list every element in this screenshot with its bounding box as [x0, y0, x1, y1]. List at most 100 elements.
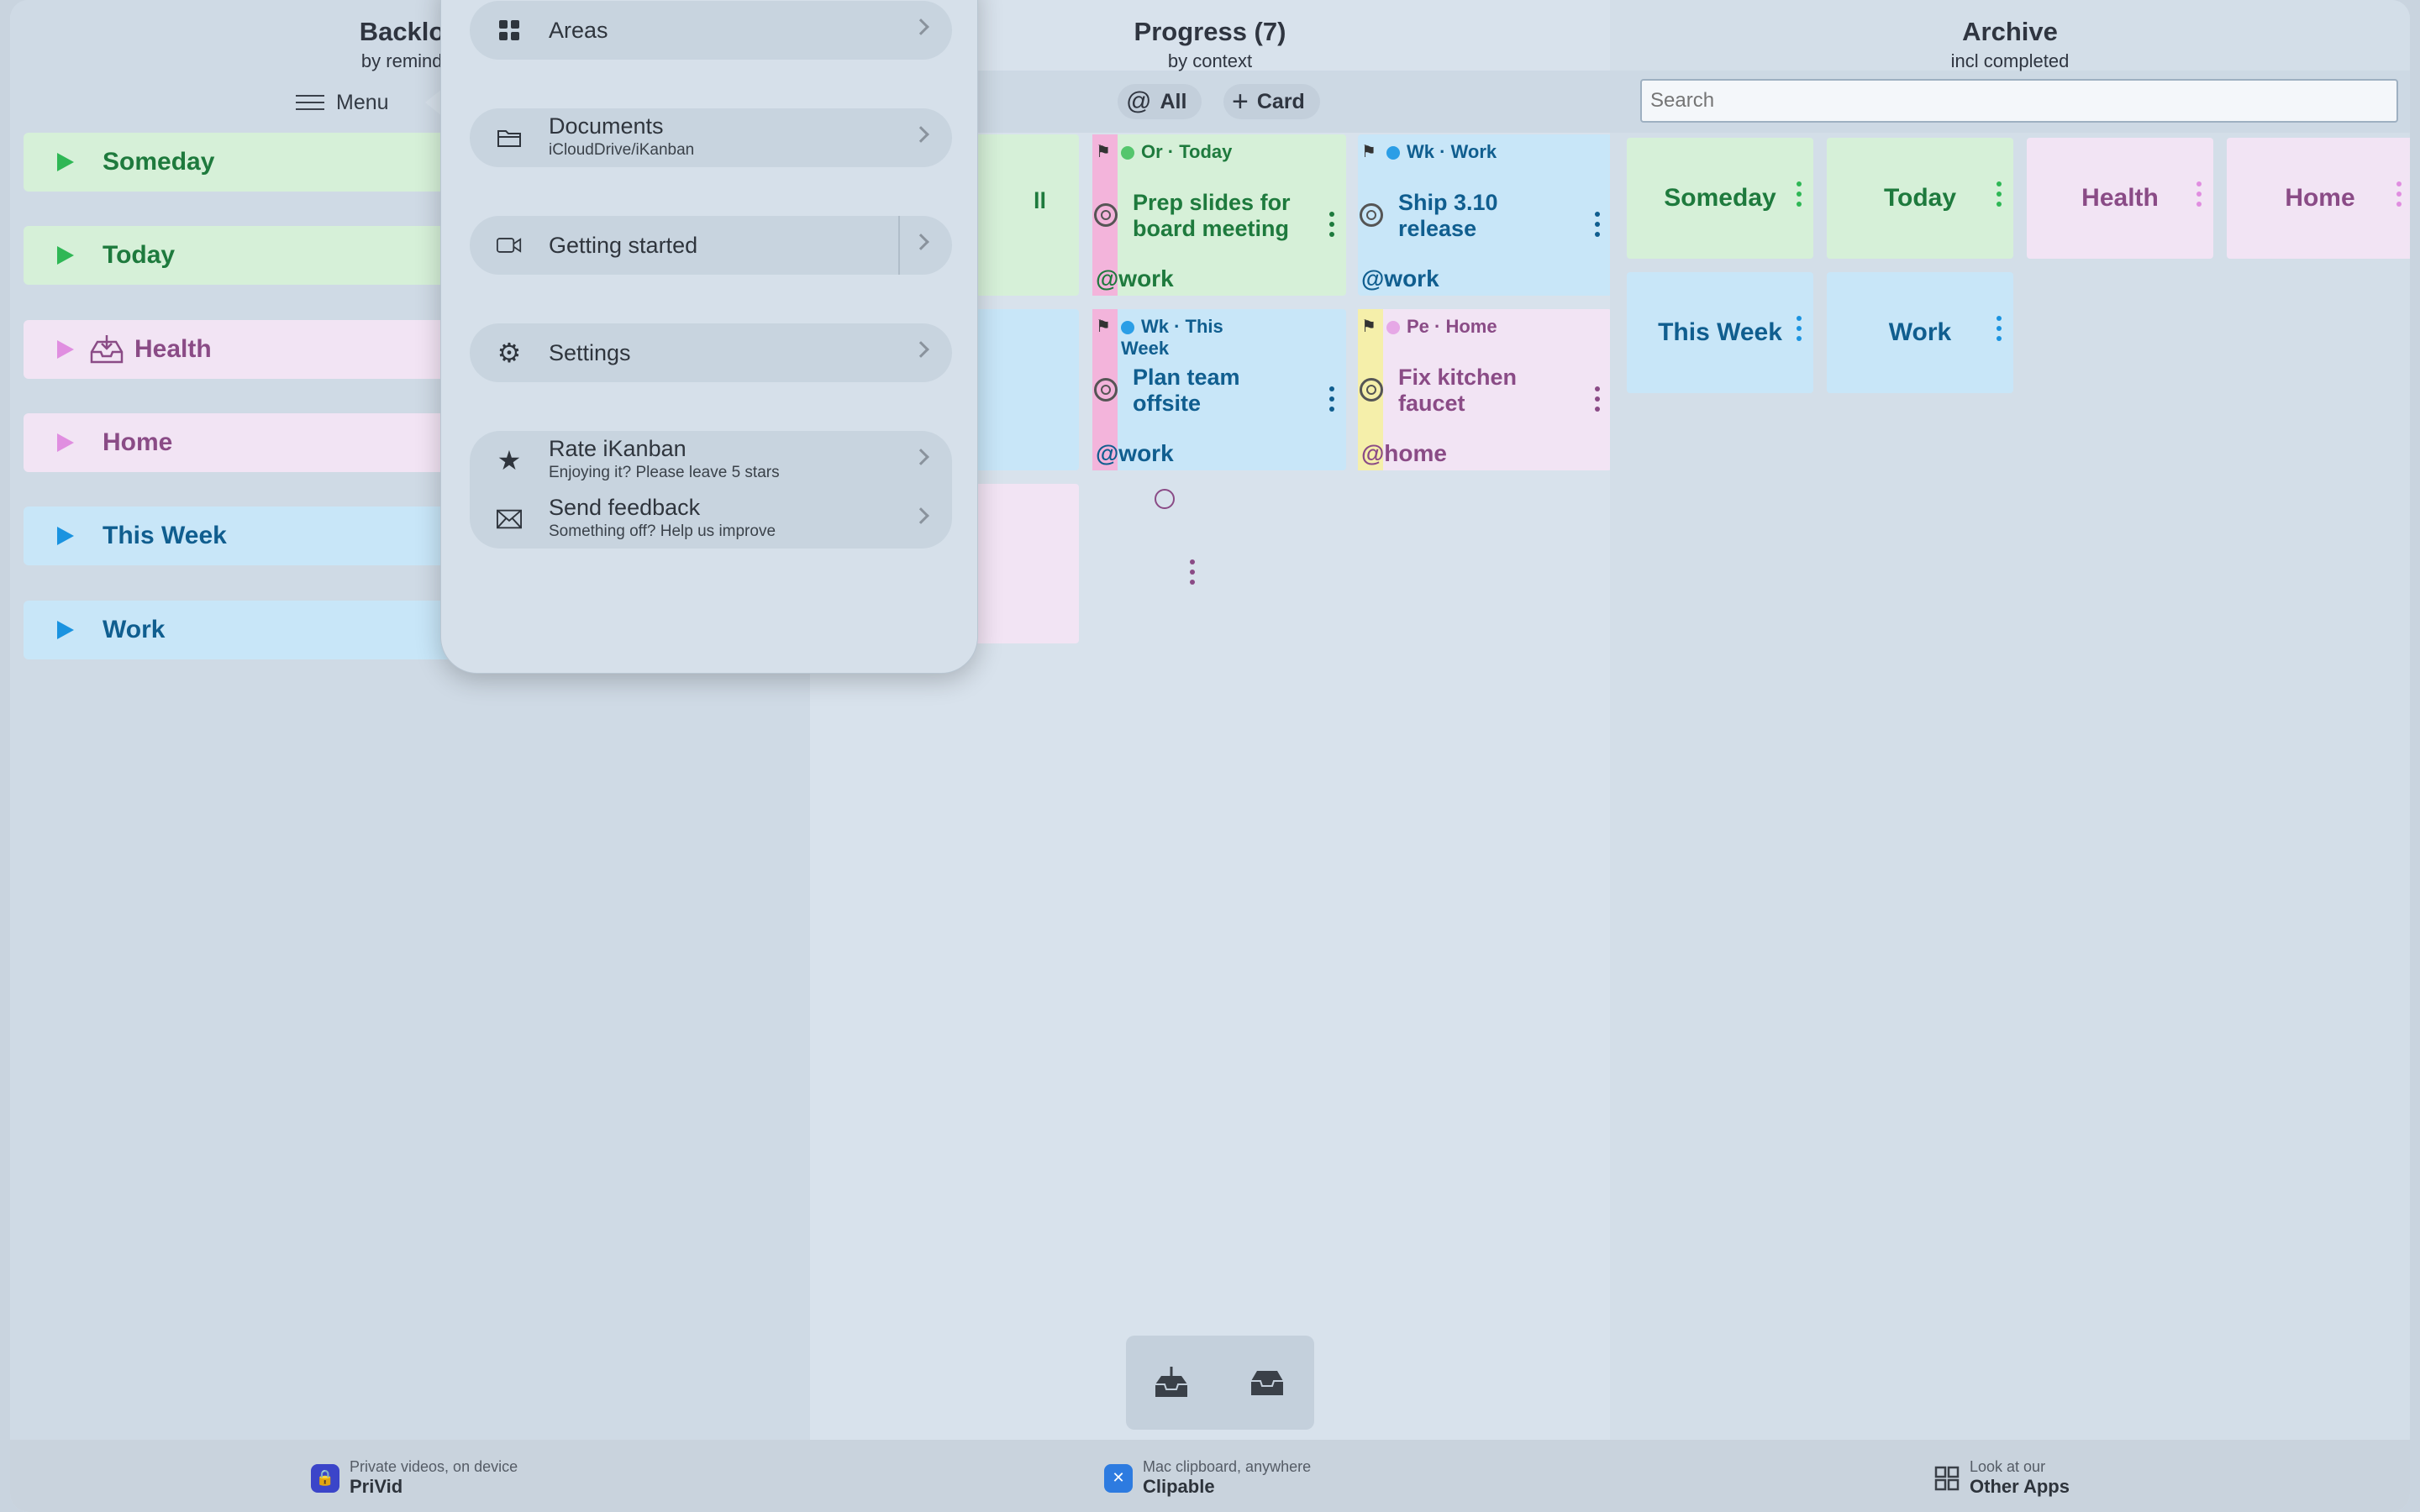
menu-group-documents: Documents iCloudDrive/iKanban: [470, 108, 952, 167]
tile-label: Today: [1883, 184, 1957, 212]
context-all-button[interactable]: @ All: [1118, 84, 1202, 119]
menu-group-feedback: ★ Rate iKanban Enjoying it? Please leave …: [470, 431, 952, 549]
area-label: Health: [134, 335, 212, 363]
archive-tile-this-week[interactable]: This Week: [1627, 272, 1813, 393]
area-label: Work: [103, 616, 166, 643]
more-icon[interactable]: [2196, 181, 2202, 212]
clipboard-icon: ✕: [1104, 1463, 1133, 1493]
tile-label: This Week: [1658, 318, 1782, 346]
card-tag-text: Pe · Home: [1407, 316, 1497, 337]
archive-tile-today[interactable]: Today: [1827, 138, 2013, 259]
menu-item-sublabel: iCloudDrive/iKanban: [549, 141, 695, 159]
target-icon[interactable]: [1094, 203, 1118, 227]
promo-other-apps[interactable]: Look at our Other Apps: [1934, 1458, 2070, 1498]
promo-name: PriVid: [350, 1476, 403, 1497]
menu-item-send-feedback[interactable]: Send feedback Something off? Help us impr…: [470, 490, 952, 549]
flag-icon: ⚑: [1096, 143, 1111, 161]
archive-tray-icon[interactable]: [1249, 1368, 1286, 1398]
archive-title: Archive: [1962, 17, 2058, 46]
menu-item-documents[interactable]: Documents iCloudDrive/iKanban: [470, 108, 952, 167]
more-icon[interactable]: [1996, 181, 2002, 212]
flag-icon: ⚑: [1361, 318, 1376, 336]
chevron-right-icon: [913, 126, 929, 143]
menu-item-label: Settings: [549, 339, 631, 365]
play-icon: [57, 433, 74, 452]
more-icon[interactable]: [1595, 212, 1600, 242]
star-icon: ★: [497, 445, 522, 475]
menu-item-label: Rate iKanban: [549, 436, 687, 461]
more-icon[interactable]: [1329, 386, 1334, 417]
area-label: Today: [103, 241, 176, 269]
tile-label: Home: [2285, 184, 2355, 212]
menu-item-rate[interactable]: ★ Rate iKanban Enjoying it? Please leave …: [470, 431, 952, 490]
video-camera-icon: [497, 233, 522, 258]
archive-subtitle: incl completed: [1950, 50, 2070, 71]
chevron-right-icon[interactable]: [913, 234, 929, 250]
area-label: Home: [103, 428, 173, 456]
hamburger-icon: [296, 93, 324, 112]
archive-column: Archive incl completed Someday Today Hea…: [1610, 0, 2410, 1440]
progress-card[interactable]: ⚑ Wk · Work Ship 3.10 release @work: [1358, 134, 1612, 296]
more-icon[interactable]: [1996, 316, 2002, 346]
target-icon[interactable]: [1360, 203, 1383, 227]
tile-label: Health: [2081, 184, 2159, 212]
menu-group-areas: Areas: [470, 1, 952, 60]
menu-button[interactable]: Menu: [296, 87, 389, 118]
more-icon[interactable]: [1797, 316, 1802, 346]
progress-card[interactable]: ⚑ Pe · Home Fix kitchen faucet @home: [1358, 309, 1612, 470]
more-icon[interactable]: [2396, 181, 2402, 212]
menu-item-label: Getting started: [549, 232, 698, 258]
card-title: Plan team offsite: [1133, 365, 1240, 416]
lock-icon: 🔒: [311, 1463, 339, 1493]
menu-item-getting-started[interactable]: Getting started: [470, 216, 952, 275]
gear-icon: ⚙: [497, 338, 522, 368]
move-to-inbox-icon[interactable]: [1153, 1366, 1190, 1399]
add-card-button[interactable]: + Card: [1223, 84, 1320, 119]
menu-item-areas[interactable]: Areas: [470, 1, 952, 60]
play-icon: [57, 246, 74, 265]
more-icon[interactable]: [1797, 181, 1802, 212]
footer-promo-bar: 🔒 Private videos, on device PriVid ✕ Mac …: [10, 1440, 2410, 1512]
card-label: Card: [1256, 89, 1305, 113]
at-icon: @: [1126, 87, 1152, 115]
folder-icon: [497, 125, 522, 150]
flag-icon: ⚑: [1096, 318, 1111, 336]
menu-item-label: Areas: [549, 17, 608, 43]
archive-tile-work[interactable]: Work: [1827, 272, 2013, 393]
grid-icon: [497, 18, 522, 43]
card-context: @work: [1096, 440, 1174, 466]
card-context: @work: [1361, 265, 1439, 291]
play-icon: [57, 527, 74, 545]
play-icon: [57, 621, 74, 639]
promo-name: Other Apps: [1970, 1476, 2070, 1497]
menu-item-settings[interactable]: ⚙ Settings: [470, 323, 952, 382]
card-tag: Wk · This Week: [1121, 316, 1239, 360]
chevron-right-icon: [913, 341, 929, 358]
archive-tile-someday[interactable]: Someday: [1627, 138, 1813, 259]
chevron-right-icon: [913, 507, 929, 524]
bottom-tray: [1126, 1336, 1314, 1430]
archive-tile-health[interactable]: Health: [2027, 138, 2213, 259]
progress-card[interactable]: ⚑ Wk · This Week Plan team offsite @work: [1092, 309, 1346, 470]
promo-clipable[interactable]: ✕ Mac clipboard, anywhere Clipable: [1104, 1458, 1311, 1498]
menu-group-settings: ⚙ Settings: [470, 323, 952, 382]
card-title: Prep slides for board meeting: [1133, 190, 1291, 241]
target-icon[interactable]: [1360, 378, 1383, 402]
divider: [898, 216, 900, 275]
flag-icon: ⚑: [1361, 143, 1376, 161]
progress-card[interactable]: ⚑ Or · Today Prep slides for board meeti…: [1092, 134, 1346, 296]
card-tag: Wk · Work: [1386, 141, 1497, 163]
promo-privid[interactable]: 🔒 Private videos, on device PriVid: [311, 1458, 518, 1498]
chevron-right-icon: [913, 18, 929, 35]
more-icon[interactable]: [1329, 212, 1334, 242]
target-icon[interactable]: [1094, 378, 1118, 402]
more-icon[interactable]: [1190, 559, 1195, 590]
archive-tile-home[interactable]: Home: [2227, 138, 2410, 259]
menu-item-sublabel: Enjoying it? Please leave 5 stars: [549, 464, 780, 481]
area-label: This Week: [103, 522, 227, 549]
menu-popover: Areas Documents iCloudDrive/iKanban Getti…: [440, 0, 978, 674]
card-title: Fix kitchen faucet: [1398, 365, 1518, 416]
envelope-icon: [497, 507, 522, 532]
more-icon[interactable]: [1595, 386, 1600, 417]
archive-search-input[interactable]: [1640, 79, 2398, 123]
